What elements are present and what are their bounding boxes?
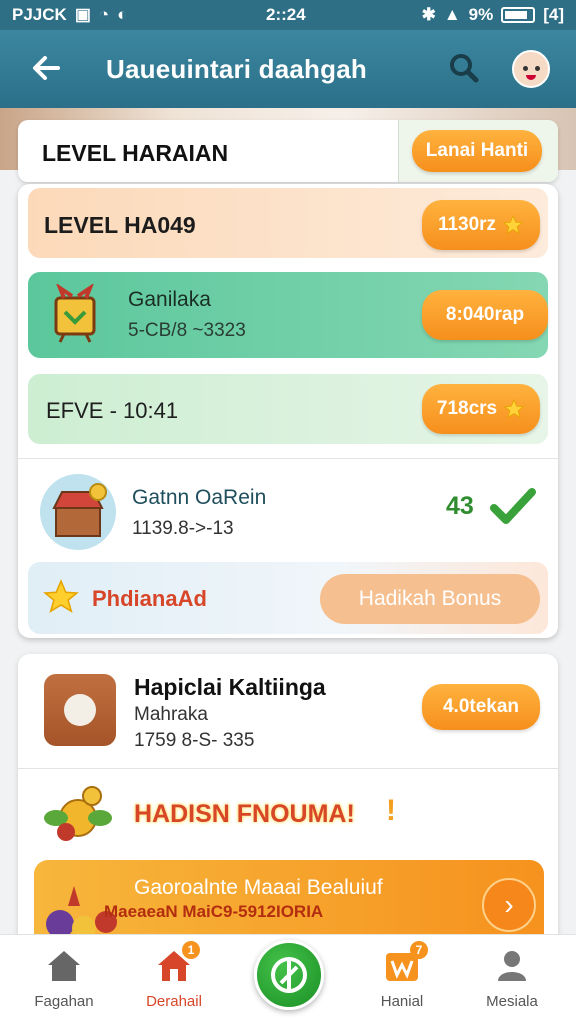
game-name: Ganilaka (128, 288, 211, 311)
level-header: LEVEL HARAIAN Lanai Hanti (18, 120, 558, 182)
checkmark-icon (490, 488, 536, 524)
status-bar: PJJCK ▣ ◔ ◐ 2::24 ✱ ▲ 9% [4] (0, 0, 576, 30)
signal-icon: ▲ (443, 5, 461, 24)
person-icon (492, 947, 532, 985)
bonus-button[interactable]: Hadikah Bonus (320, 574, 540, 624)
game-sub: 5-CB/8 ~3323 (128, 320, 246, 341)
nav-item-profile[interactable]: Mesiala (462, 947, 562, 1010)
game-card-line1: Mahraka (134, 704, 208, 725)
wifi-icon: ◔ (98, 5, 110, 24)
nav-item-home[interactable]: Fagahan (14, 947, 114, 1010)
page-title: Uaueuintari daahgah (106, 54, 367, 84)
nav-label: Hanial (380, 993, 424, 1010)
bonus-row: PhdianaAd Hadikah Bonus (28, 562, 548, 634)
chest-icon (40, 474, 116, 550)
level-card: LEVEL HA049 1130rz Ganilaka 5-CB/8 ~3323… (18, 184, 558, 638)
reward-name: Gatnn OaRein (132, 486, 267, 509)
promo-heading: HADISN FNOUMA! (134, 800, 355, 828)
center-action-button[interactable] (254, 940, 324, 1010)
reward-row[interactable]: Gatnn OaRein 1139.8->-13 43 (28, 468, 548, 556)
nav-label: Mesiala (486, 993, 538, 1010)
gift-tag-icon (54, 284, 96, 343)
divider (18, 458, 558, 459)
reward-count: 43 (446, 492, 474, 520)
level-label: LEVEL HA049 (44, 212, 196, 238)
status-extra: [4] (543, 5, 564, 24)
time-pill[interactable]: 718crs (422, 384, 540, 434)
level-row[interactable]: LEVEL HA049 1130rz (28, 188, 548, 258)
level-pill-label: 1130rz (437, 214, 497, 235)
house-icon: 1 (154, 941, 200, 985)
avatar[interactable] (512, 50, 550, 88)
back-arrow-icon[interactable] (28, 50, 64, 86)
fruit-icon (44, 786, 112, 841)
home-icon (44, 947, 84, 985)
banner-title: Gaoroalnte Maaai Bealuiuf (134, 876, 383, 899)
bonus-label: PhdianaAd (92, 586, 207, 611)
time-pill-label: 718crs (436, 398, 498, 419)
star-icon (503, 398, 525, 419)
level-pill[interactable]: 1130rz (422, 200, 540, 250)
level-header-button[interactable]: Lanai Hanti (412, 130, 542, 172)
clock: 2::24 (266, 5, 306, 24)
notification-icon: ▣ (74, 5, 91, 24)
nav-item-shop[interactable]: 1 Derahail (124, 941, 224, 1010)
game-card-pill[interactable]: 4.0tekan (422, 684, 540, 730)
app-bar: Uaueuintari daahgah (0, 30, 576, 108)
game-card-title: Hapiclai Kaltiinga (134, 674, 326, 700)
nav-label: Fagahan (34, 993, 94, 1010)
time-row[interactable]: EFVE - 10:41 718crs (28, 374, 548, 444)
time-label: EFVE - 10:41 (46, 398, 179, 423)
banner-subtitle: MaeaeaN MaiC9-5912IORIA (104, 902, 324, 921)
game-card: Hapiclai Kaltiinga Mahraka 1759 8-S- 335… (18, 654, 558, 954)
chevron-right-icon[interactable]: › (482, 878, 536, 932)
battery-icon (501, 7, 536, 23)
sync-icon: ◐ (117, 5, 128, 24)
divider (18, 768, 558, 769)
nav-label: Derahail (146, 993, 202, 1010)
nav-badge: 7 (410, 941, 428, 959)
nav-badge: 1 (182, 941, 200, 959)
bluetooth-icon: ✱ (421, 5, 436, 24)
reward-sub: 1139.8->-13 (132, 518, 234, 539)
compass-icon (271, 957, 307, 993)
w-box-icon: 7 (382, 941, 428, 985)
star-icon (502, 214, 524, 235)
game-row[interactable]: Ganilaka 5-CB/8 ~3323 8:040rap (28, 272, 548, 358)
game-icon (44, 674, 116, 746)
search-icon[interactable] (446, 50, 482, 86)
game-card-line2: 1759 8-S- 335 (134, 730, 255, 751)
promo-exclamation: ! (386, 794, 396, 827)
level-header-title: LEVEL HARAIAN (42, 140, 229, 166)
game-pill[interactable]: 8:040rap (422, 290, 548, 340)
battery-percent: 9% (468, 5, 494, 24)
star-icon (43, 579, 79, 613)
carrier-label: PJJCK (12, 5, 67, 24)
nav-item-rewards[interactable]: 7 Hanial (352, 941, 452, 1010)
